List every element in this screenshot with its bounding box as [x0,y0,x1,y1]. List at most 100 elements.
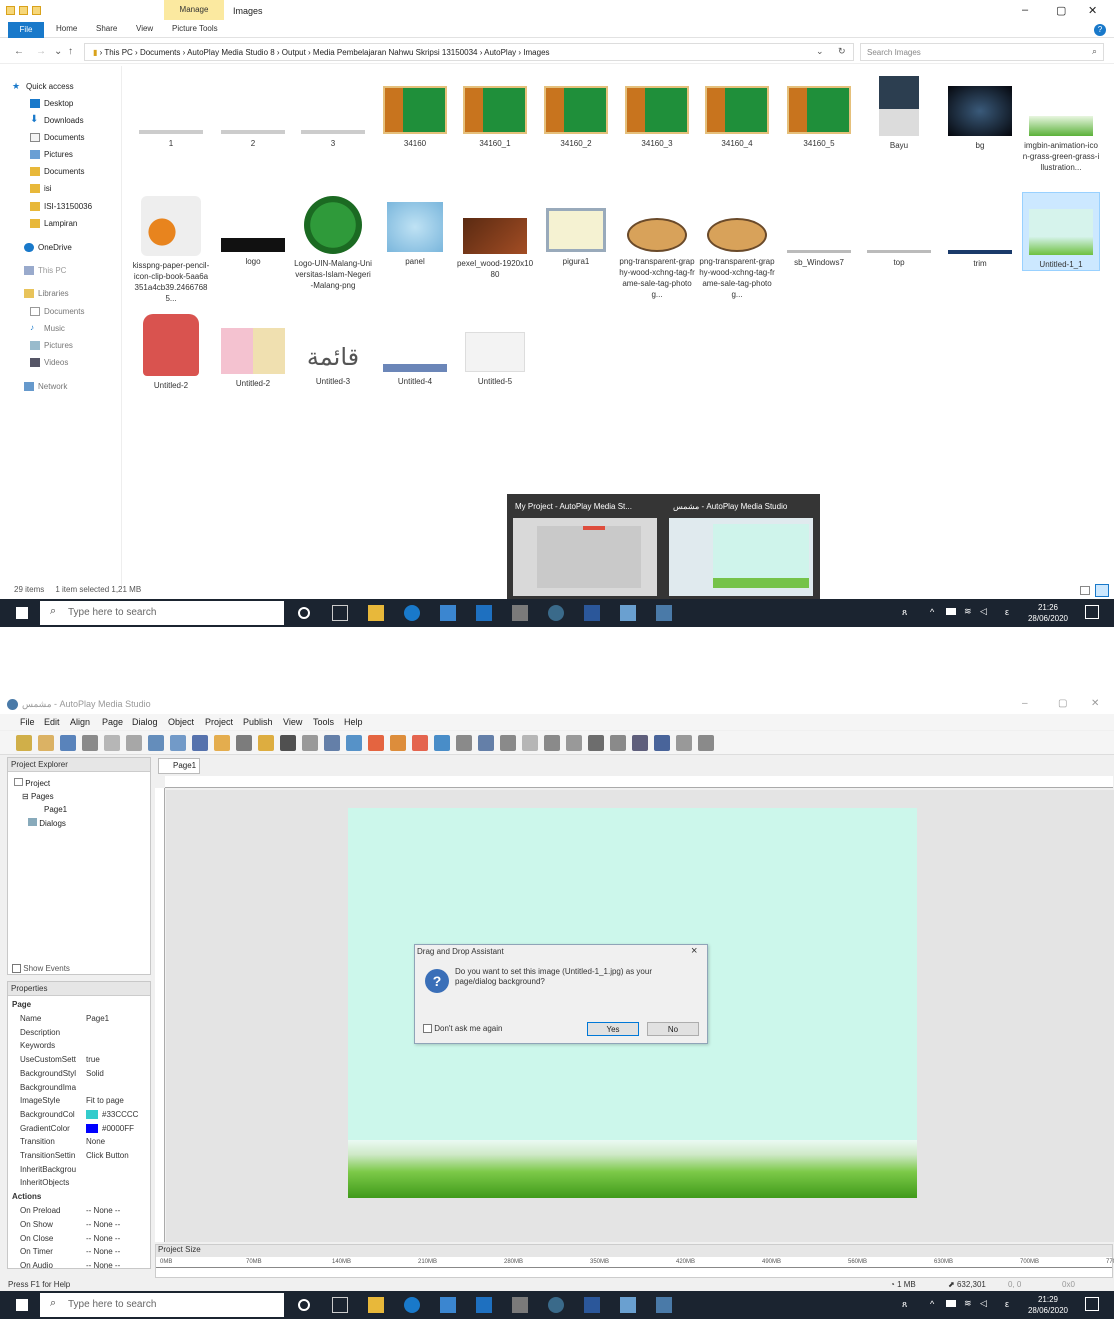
file-item[interactable]: png-transparent-graphy-wood-xchng-tag-fr… [698,192,776,300]
nav-quick-access[interactable]: ★ Quick access [12,81,74,91]
tab-page1[interactable]: Page1 [158,758,200,774]
toolbar-button-icon[interactable] [412,735,428,751]
tab-view[interactable]: View [136,24,153,33]
tab-file[interactable]: File [8,22,44,38]
word-icon[interactable] [584,605,600,621]
toolbar-button-icon[interactable] [434,735,450,751]
color-swatch[interactable] [86,1123,98,1133]
property-value[interactable]: -- None -- [86,1261,120,1270]
toolbar-button-icon[interactable] [60,735,76,751]
people-icon[interactable]: ጸ [902,1299,907,1310]
wifi-icon[interactable]: ≋ [964,1298,972,1309]
volume-icon[interactable]: ◁ [980,1298,987,1309]
file-item[interactable]: 34160_2 [537,72,615,149]
property-value[interactable]: None [86,1137,105,1146]
edge-icon[interactable] [404,1297,420,1313]
file-item[interactable]: 34160_1 [456,72,534,149]
toolbar-button-icon[interactable] [104,735,120,751]
nav-onedrive[interactable]: OneDrive [24,243,72,252]
mail-icon[interactable] [476,605,492,621]
tree-page1[interactable]: Page1 [44,805,67,814]
autoplay-icon[interactable] [656,605,672,621]
help-icon[interactable]: ? [1094,24,1106,36]
manage-context-tab[interactable]: Manage [164,0,224,20]
volume-icon[interactable]: ◁ [980,606,987,617]
file-item[interactable]: Logo-UIN-Malang-Universitas-Islam-Negeri… [294,192,372,291]
nav-isi[interactable]: isi [30,184,52,193]
toolbar-button-icon[interactable] [478,735,494,751]
close-button[interactable]: ✕ [1088,4,1097,17]
language-indicator[interactable]: ε [1005,607,1009,617]
menu-file[interactable]: File [20,717,35,727]
property-value[interactable]: true [86,1055,100,1064]
dialog-close-icon[interactable]: × [691,945,697,957]
up-arrow-icon[interactable]: ↑ [68,46,73,57]
property-value[interactable]: -- None -- [86,1234,120,1243]
nav-isi-13150036[interactable]: ISI-13150036 [30,202,92,211]
notifications-icon[interactable] [1085,605,1099,619]
menu-page[interactable]: Page [102,717,123,727]
crumb[interactable]: Media Pembelajaran Nahwu Skripsi 1315003… [313,48,478,57]
file-item[interactable]: Untitled-2 [132,312,210,391]
nav-pictures[interactable]: Pictures [30,150,73,159]
toolbar-button-icon[interactable] [544,735,560,751]
toolbar-button-icon[interactable] [192,735,208,751]
people-icon[interactable]: ጸ [902,607,907,618]
task-view-icon[interactable] [332,605,348,621]
cortana-icon[interactable] [298,607,310,619]
property-value[interactable]: Solid [86,1069,104,1078]
property-section[interactable]: Actions [12,1192,41,1201]
battery-icon[interactable] [946,608,956,615]
file-item[interactable]: Bayu [860,72,938,151]
nav-network[interactable]: Network [24,382,67,391]
toolbar-button-icon[interactable] [148,735,164,751]
crumb[interactable]: This PC [104,48,132,57]
nav-documents-folder[interactable]: Documents [30,167,84,176]
windows-start-icon[interactable] [16,607,28,619]
crumb[interactable]: Documents [140,48,180,57]
word-icon[interactable] [584,1297,600,1313]
file-item[interactable]: pexel_wood-1920x1080 [456,192,534,280]
menu-help[interactable]: Help [344,717,363,727]
back-arrow-icon[interactable]: ← [14,46,24,57]
address-bar[interactable]: ▮ › This PC › Documents › AutoPlay Media… [84,43,854,61]
file-explorer-icon[interactable] [368,605,384,621]
close-button[interactable]: ✕ [1091,698,1099,709]
forward-arrow-icon[interactable]: → [36,46,46,57]
toolbar-button-icon[interactable] [236,735,252,751]
toolbar-button-icon[interactable] [324,735,340,751]
toolbar-button-icon[interactable] [214,735,230,751]
app-icon[interactable] [620,605,636,621]
toolbar-button-icon[interactable] [390,735,406,751]
notifications-icon[interactable] [1085,1297,1099,1311]
taskbar-search-input[interactable]: Type here to search [40,601,284,625]
property-value[interactable]: -- None -- [86,1220,120,1229]
property-value[interactable]: #33CCCC [86,1110,138,1120]
menu-tools[interactable]: Tools [313,717,334,727]
file-item[interactable]: Untitled-5 [456,312,534,387]
menu-project[interactable]: Project [205,717,233,727]
no-button[interactable]: No [647,1022,699,1036]
toolbar-button-icon[interactable] [82,735,98,751]
preview-thumbnail-2[interactable] [669,518,813,596]
nav-lib-pictures[interactable]: Pictures [30,341,73,350]
yes-button[interactable]: Yes [587,1022,639,1036]
nav-libraries[interactable]: Libraries [24,289,69,298]
windows-start-icon[interactable] [16,1299,28,1311]
toolbar-button-icon[interactable] [566,735,582,751]
file-item[interactable]: logo [214,192,292,267]
store-icon[interactable] [440,605,456,621]
toolbar-button-icon[interactable] [654,735,670,751]
tray-chevron-icon[interactable]: ^ [930,1299,934,1309]
toolbar-button-icon[interactable] [676,735,692,751]
toolbar-button-icon[interactable] [170,735,186,751]
property-value[interactable]: Click Button [86,1151,129,1160]
toolbar-button-icon[interactable] [258,735,274,751]
property-value[interactable]: -- None -- [86,1206,120,1215]
search-input[interactable]: Search Images [860,43,1104,61]
tree-pages[interactable]: ⊟ Pages [22,792,54,801]
file-item[interactable]: 34160 [376,72,454,149]
property-value[interactable]: Fit to page [86,1096,124,1105]
file-item[interactable]: panel [376,192,454,267]
tray-chevron-icon[interactable]: ^ [930,607,934,617]
